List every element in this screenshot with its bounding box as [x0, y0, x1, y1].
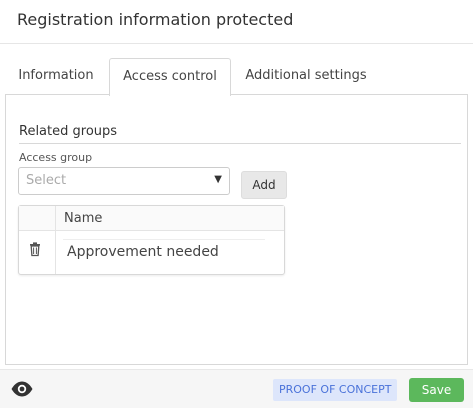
add-button[interactable]: Add	[241, 171, 287, 199]
access-control-panel: Related groups Access group Select ▼ Add…	[5, 94, 468, 365]
tab-access-control[interactable]: Access control	[109, 58, 231, 96]
tab-additional-settings[interactable]: Additional settings	[236, 58, 376, 95]
section-divider	[19, 143, 461, 144]
related-groups-table: Name Approvement needed	[18, 205, 285, 275]
dialog-header: Registration information protected	[0, 0, 473, 44]
save-button[interactable]: Save	[409, 378, 464, 402]
caret-down-icon: ▼	[214, 174, 222, 185]
column-divider	[55, 206, 56, 274]
eye-icon[interactable]	[10, 379, 34, 399]
footer-bar: PROOF OF CONCEPT Save	[0, 369, 473, 408]
trash-icon[interactable]	[27, 241, 43, 257]
table-header-row: Name	[19, 206, 284, 231]
column-header-name: Name	[64, 211, 103, 226]
row-name-value: Approvement needed	[67, 244, 219, 260]
page-title: Registration information protected	[17, 10, 294, 29]
section-title-related-groups: Related groups	[19, 124, 118, 139]
tab-bar: Information Access control Additional se…	[0, 58, 473, 96]
tab-information[interactable]: Information	[8, 58, 104, 95]
table-row: Approvement needed	[63, 239, 265, 265]
access-group-select[interactable]: Select ▼	[18, 167, 230, 195]
select-placeholder: Select	[26, 173, 67, 188]
status-badge: PROOF OF CONCEPT	[273, 379, 398, 401]
access-group-label: Access group	[19, 151, 93, 164]
